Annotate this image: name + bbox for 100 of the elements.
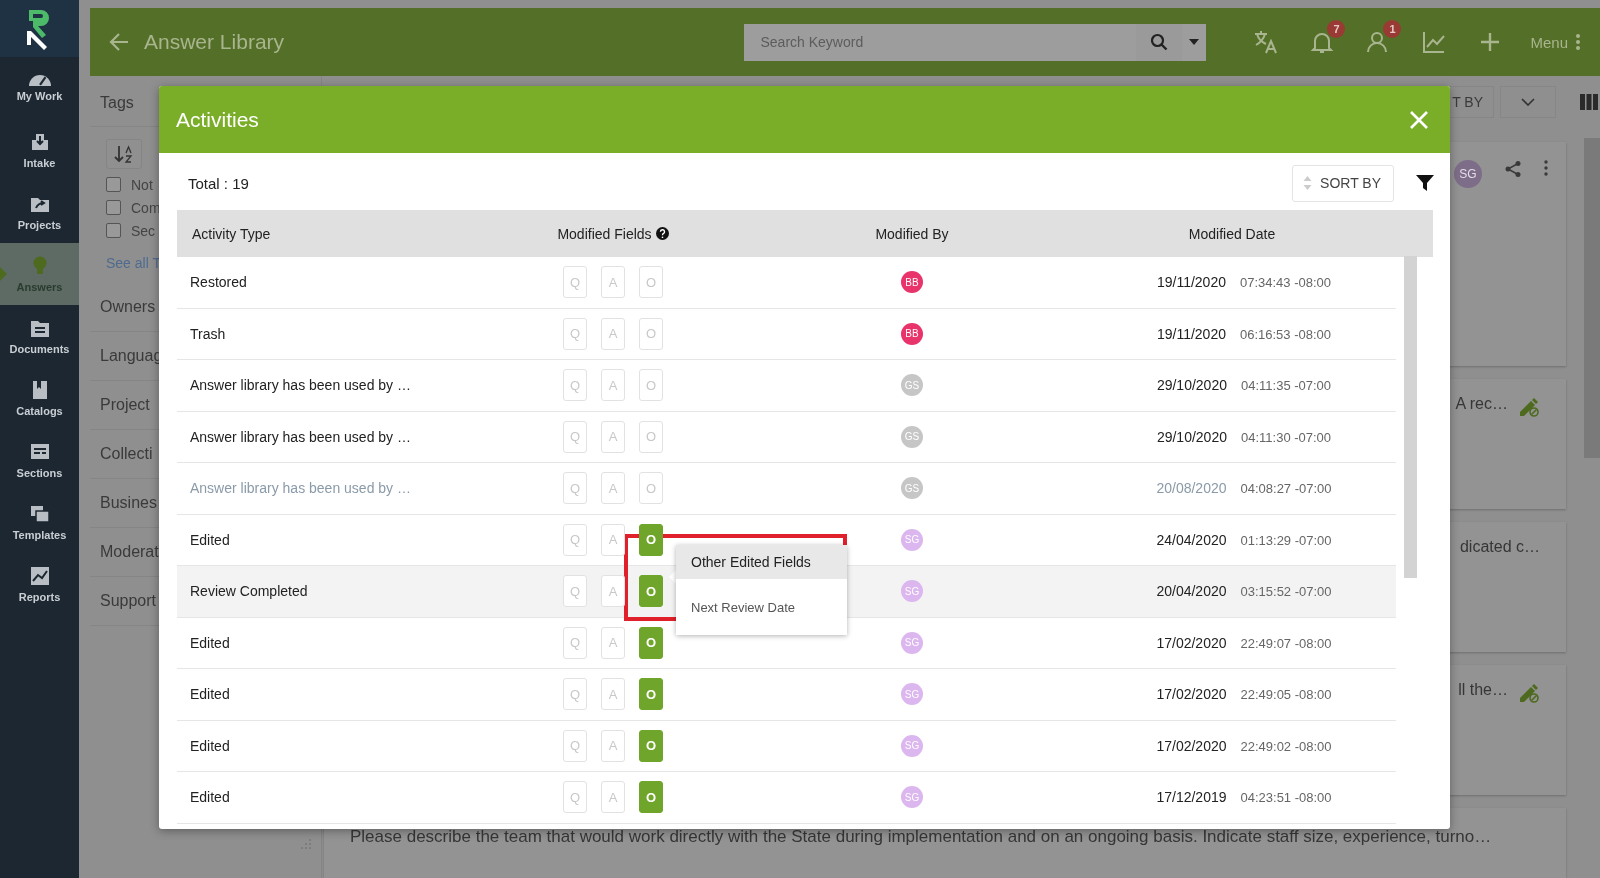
field-toggle[interactable]: O <box>639 678 663 711</box>
modified-date: 29/10/2020 <box>1156 428 1227 445</box>
user-avatar: SG <box>1454 160 1482 188</box>
sort-button[interactable]: SORT BY <box>1292 164 1394 202</box>
modified-date: 29/10/2020 <box>1156 377 1227 394</box>
checkbox[interactable] <box>106 223 121 238</box>
activity-type: Edited <box>189 686 231 703</box>
close-icon <box>1408 108 1430 131</box>
menu-button[interactable]: Menu <box>1524 32 1586 52</box>
activity-type: Trash <box>189 325 227 342</box>
modified-time: 04:11:30 -07:00 <box>1240 429 1332 445</box>
field-toggle[interactable]: O <box>639 523 663 556</box>
answer-text: ll the… <box>1458 681 1508 699</box>
back-arrow-icon[interactable] <box>108 31 130 53</box>
answer-text: A rec… <box>1455 395 1508 413</box>
popover-title: Other Edited Fields <box>676 545 847 579</box>
answer-text: dicated c… <box>1459 538 1540 556</box>
pencil-icon[interactable] <box>1518 681 1540 703</box>
sidebar-item[interactable]: My Work <box>0 57 79 119</box>
caret-icon <box>1189 39 1200 45</box>
activity-type: Review Completed <box>189 583 309 600</box>
more-icon[interactable] <box>1544 160 1548 176</box>
user-avatar: SG <box>901 734 923 757</box>
modified-date: 20/04/2020 <box>1156 583 1227 600</box>
modified-time: 04:11:35 -07:00 <box>1240 378 1332 394</box>
column-header: Modified By <box>875 225 949 242</box>
translate-icon[interactable] <box>1253 29 1280 55</box>
sidebar-item[interactable]: Reports <box>0 553 79 615</box>
modified-date: 17/02/2020 <box>1156 634 1227 651</box>
user-avatar: SG <box>901 683 923 706</box>
modified-time: 03:15:52 -07:00 <box>1240 584 1332 600</box>
column-header: Modified Date <box>1188 225 1276 242</box>
tag-label: Sec <box>131 222 156 239</box>
tag-label: Not <box>131 176 153 193</box>
modified-date: 17/02/2020 <box>1156 686 1227 703</box>
user-avatar: BB <box>901 271 923 294</box>
sidebar-item[interactable]: Sections <box>0 429 79 491</box>
field-toggle[interactable]: O <box>639 626 663 659</box>
sidebar-item[interactable]: Intake <box>0 119 79 181</box>
page-title: Answer Library <box>144 30 286 54</box>
reports-icon <box>28 565 51 587</box>
sort-button[interactable] <box>106 139 142 169</box>
user-badge: 1 <box>1383 20 1402 38</box>
sidebar-item[interactable]: Documents <box>0 305 79 367</box>
modified-time: 01:13:29 -07:00 <box>1240 532 1332 548</box>
modified-date: 20/08/2020 <box>1156 480 1227 497</box>
sidebar-item[interactable]: Templates <box>0 491 79 553</box>
share-icon[interactable] <box>1504 160 1522 178</box>
field-toggle[interactable]: O <box>639 575 663 608</box>
more-icon <box>1576 33 1580 51</box>
activity-type: Answer library has been used by … <box>189 428 412 445</box>
activity-type: Edited <box>189 737 231 754</box>
column-header: Activity Type <box>192 225 271 242</box>
scrollbar[interactable] <box>1404 256 1417 578</box>
popover-item[interactable]: Next Review Date <box>676 579 847 635</box>
templates-icon <box>28 503 51 525</box>
sidebar-item[interactable]: Projects <box>0 181 79 243</box>
search-field[interactable]: Search Keyword <box>744 23 1137 61</box>
user-avatar: GS <box>901 374 923 397</box>
modified-time: 07:34:43 -08:00 <box>1239 275 1332 291</box>
modified-date: 19/11/2020 <box>1156 325 1226 342</box>
modified-time: 22:49:05 -08:00 <box>1240 687 1332 703</box>
search-icon <box>1150 33 1169 51</box>
chart-icon[interactable] <box>1421 29 1448 55</box>
activity-type: Edited <box>189 531 231 548</box>
dropdown-button[interactable] <box>1182 23 1207 61</box>
columns-icon[interactable] <box>1580 94 1598 110</box>
modified-time: 04:08:27 -07:00 <box>1240 481 1332 497</box>
notification-badge: 7 <box>1327 20 1346 38</box>
sidebar-item[interactable]: Catalogs <box>0 367 79 429</box>
activity-type: Answer library has been used by … <box>189 480 412 497</box>
modified-date: 19/11/2020 <box>1156 274 1226 291</box>
modified-date: 24/04/2020 <box>1156 531 1227 548</box>
activity-type: Restored <box>189 274 248 291</box>
pencil-icon[interactable] <box>1518 395 1540 417</box>
checkbox[interactable] <box>106 177 121 192</box>
chevron-icon <box>1521 98 1535 106</box>
checkbox[interactable] <box>106 200 121 215</box>
user-avatar: SG <box>901 580 923 603</box>
help-icon[interactable] <box>655 227 669 240</box>
total-count: Total : 19 <box>188 174 250 192</box>
close-button[interactable] <box>1408 108 1430 131</box>
user-avatar: SG <box>901 786 923 809</box>
field-toggle[interactable]: O <box>639 729 663 762</box>
modified-date: 17/12/2019 <box>1156 789 1227 806</box>
modified-time: 04:23:51 -08:00 <box>1240 790 1332 806</box>
sort-icon <box>1303 176 1313 190</box>
user-avatar: SG <box>901 528 923 551</box>
field-toggle[interactable]: O <box>639 781 663 814</box>
user-avatar: GS <box>901 477 923 500</box>
modified-date: 17/02/2020 <box>1156 737 1227 754</box>
activity-type: Edited <box>189 789 231 806</box>
sort-alpha-icon <box>114 145 134 163</box>
user-avatar: BB <box>901 322 923 345</box>
modified-time: 22:49:07 -08:00 <box>1240 635 1332 651</box>
modified-time: 06:16:53 -08:00 <box>1239 326 1332 342</box>
filter-icon[interactable] <box>1416 174 1434 192</box>
user-avatar: GS <box>901 425 923 448</box>
modified-time: 22:49:02 -08:00 <box>1240 738 1332 754</box>
activity-type: Edited <box>189 634 231 651</box>
